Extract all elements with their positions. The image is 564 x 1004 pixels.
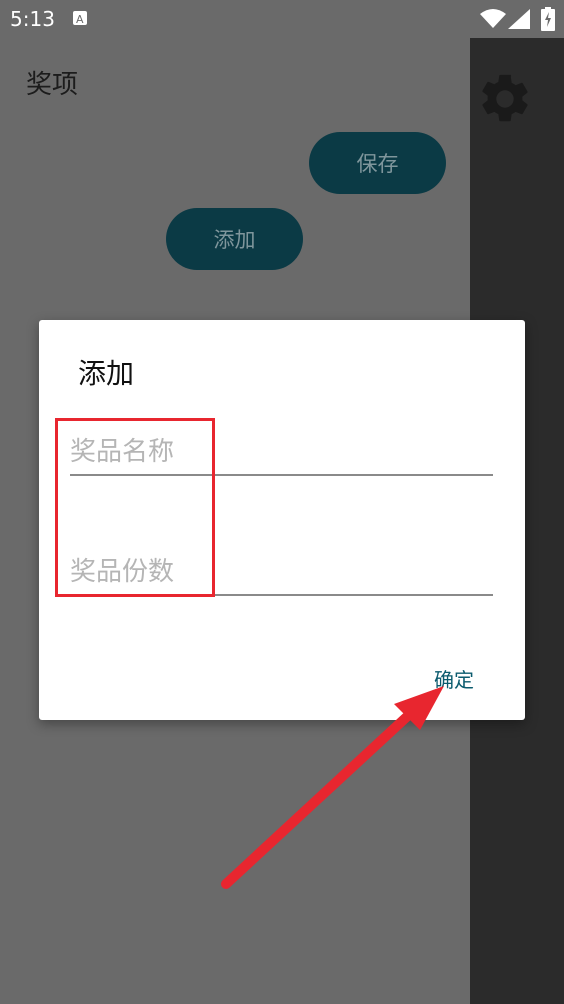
battery-icon [541,7,555,35]
status-time: 5:13 [10,7,55,31]
svg-text:A: A [76,13,84,25]
signal-icon [508,9,530,33]
add-button[interactable]: 添加 [166,208,303,270]
save-button[interactable]: 保存 [309,132,446,194]
dialog-title: 添加 [78,357,135,390]
wifi-icon [480,9,506,33]
notification-a-icon: A [73,11,87,25]
page-title: 奖项 [26,70,79,100]
gear-icon[interactable] [476,70,534,132]
confirm-button[interactable]: 确定 [434,664,474,693]
status-bar: 5:13 A [0,0,564,38]
annotation-highlight-box [55,418,215,597]
